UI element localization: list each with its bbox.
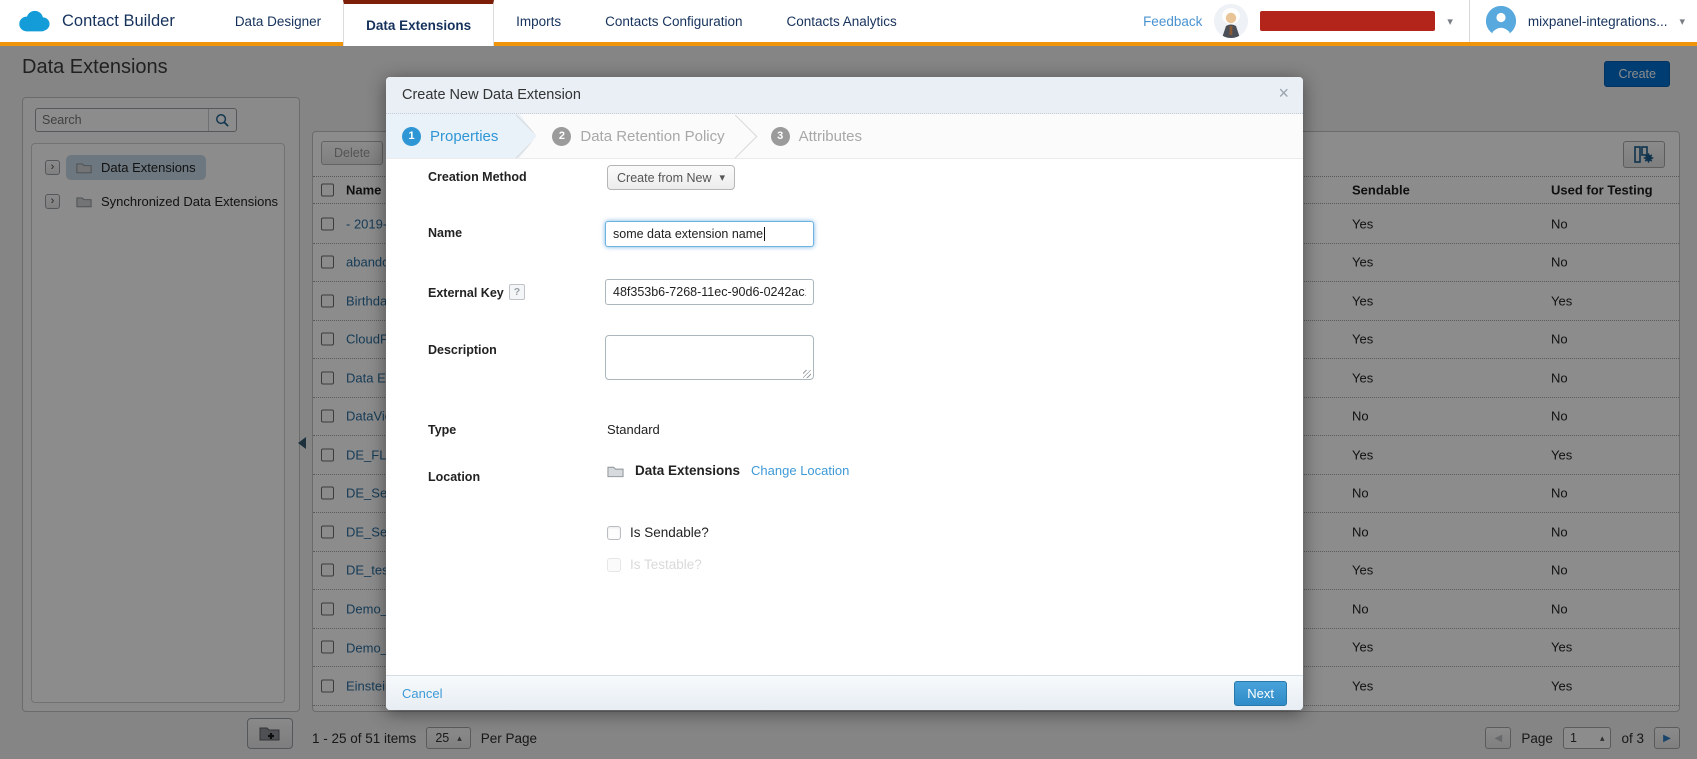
- modal-header: Create New Data Extension ×: [386, 77, 1303, 114]
- type-value: Standard: [607, 422, 660, 437]
- app-title: Contact Builder: [62, 12, 175, 31]
- tab-contacts-configuration[interactable]: Contacts Configuration: [583, 0, 764, 42]
- step-label: Attributes: [799, 128, 862, 145]
- modal-body: Creation Method Create from New ▾ Name s…: [386, 159, 1303, 675]
- tab-imports[interactable]: Imports: [494, 0, 583, 42]
- redacted-account-badge: [1260, 11, 1435, 31]
- tab-data-designer[interactable]: Data Designer: [213, 0, 343, 42]
- external-key-input[interactable]: [605, 279, 814, 305]
- create-data-extension-modal: Create New Data Extension × 1 Properties…: [386, 77, 1303, 710]
- step-number: 1: [402, 127, 421, 146]
- username-label[interactable]: mixpanel-integrations...: [1528, 14, 1668, 29]
- creation-method-dropdown[interactable]: Create from New ▾: [607, 165, 735, 190]
- creation-method-value: Create from New: [617, 171, 711, 185]
- type-label: Type: [428, 423, 456, 437]
- top-navbar: Contact Builder Data Designer Data Exten…: [0, 0, 1697, 46]
- nav-divider: [1469, 0, 1470, 42]
- help-icon[interactable]: ?: [509, 284, 525, 300]
- einstein-icon: [1214, 4, 1248, 38]
- creation-method-label: Creation Method: [428, 170, 527, 184]
- description-label: Description: [428, 343, 497, 357]
- account-switch-chevron-icon[interactable]: ▾: [1447, 15, 1453, 28]
- location-value: Data Extensions: [635, 463, 740, 478]
- step-label: Properties: [430, 128, 498, 145]
- name-label: Name: [428, 226, 462, 240]
- is-sendable-row: Is Sendable?: [607, 525, 709, 540]
- dropdown-arrow-icon: ▾: [719, 171, 725, 184]
- close-icon[interactable]: ×: [1278, 84, 1289, 102]
- description-textarea[interactable]: [605, 335, 814, 380]
- person-icon: [1486, 6, 1516, 36]
- external-key-label: External Key: [428, 286, 504, 300]
- user-menu-chevron-icon[interactable]: ▾: [1679, 15, 1685, 28]
- external-key-value[interactable]: [613, 285, 806, 299]
- user-avatar: [1486, 6, 1516, 36]
- modal-title: Create New Data Extension: [402, 87, 581, 103]
- change-location-link[interactable]: Change Location: [751, 463, 849, 478]
- step-attributes[interactable]: 3 Attributes: [755, 114, 892, 158]
- cloud-logo-icon: [16, 9, 52, 34]
- cancel-button[interactable]: Cancel: [402, 686, 442, 701]
- wizard-steps: 1 Properties 2 Data Retention Policy 3 A…: [386, 114, 1303, 159]
- folder-icon: [607, 464, 624, 478]
- next-button[interactable]: Next: [1234, 681, 1287, 706]
- step-label: Data Retention Policy: [580, 128, 724, 145]
- is-sendable-label: Is Sendable?: [630, 525, 709, 540]
- step-data-retention-policy[interactable]: 2 Data Retention Policy: [536, 114, 754, 158]
- is-testable-row: Is Testable?: [607, 557, 702, 572]
- name-value: some data extension name: [613, 227, 763, 241]
- is-testable-label: Is Testable?: [630, 557, 702, 572]
- einstein-avatar: [1214, 4, 1248, 38]
- brand: Contact Builder: [0, 0, 213, 42]
- name-input[interactable]: some data extension name: [605, 221, 814, 247]
- nav-right-cluster: Feedback ▾ mixpanel-in: [1143, 0, 1697, 42]
- is-sendable-checkbox[interactable]: [607, 526, 621, 540]
- tab-contacts-analytics[interactable]: Contacts Analytics: [765, 0, 919, 42]
- text-caret: [764, 227, 765, 241]
- location-row: Data Extensions Change Location: [607, 463, 849, 478]
- app-root: Contact Builder Data Designer Data Exten…: [0, 0, 1697, 759]
- textarea-resize-handle[interactable]: [803, 370, 811, 378]
- step-number: 3: [771, 127, 790, 146]
- location-label: Location: [428, 470, 480, 484]
- is-testable-checkbox: [607, 558, 621, 572]
- step-properties[interactable]: 1 Properties: [386, 114, 536, 158]
- feedback-link[interactable]: Feedback: [1143, 14, 1202, 29]
- tab-data-extensions[interactable]: Data Extensions: [343, 0, 494, 46]
- step-number: 2: [552, 127, 571, 146]
- modal-footer: Cancel Next: [386, 675, 1303, 710]
